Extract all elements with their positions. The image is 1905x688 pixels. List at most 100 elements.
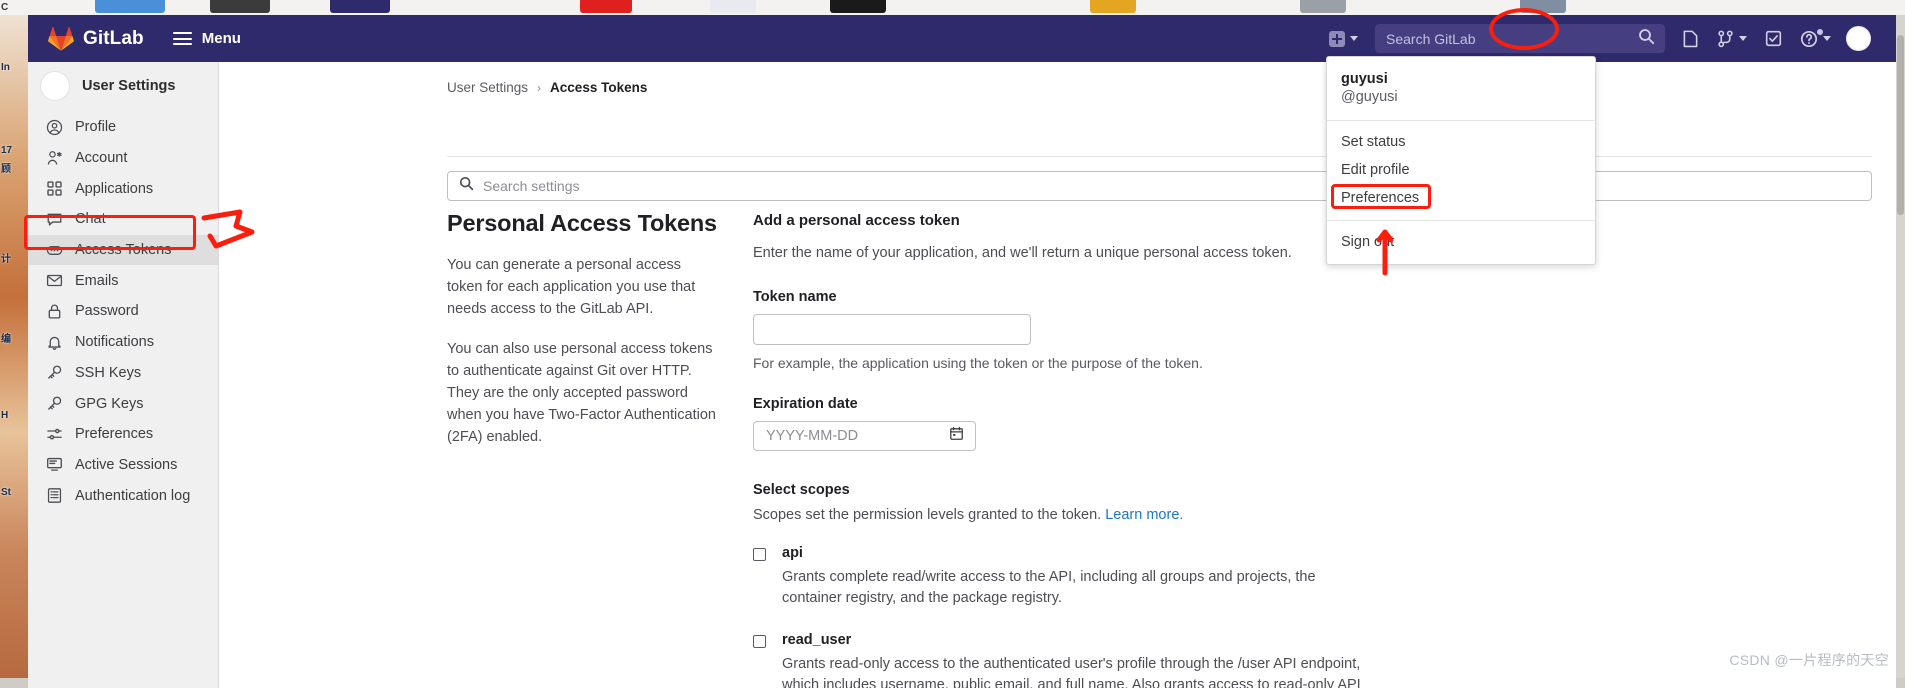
- sidebar-item-label: Preferences: [75, 426, 154, 443]
- token-icon: [45, 241, 63, 259]
- add-token-form: Add a personal access token Enter the na…: [753, 210, 1853, 688]
- chevron-down-icon: [1350, 36, 1358, 41]
- log-list-icon: [45, 487, 63, 505]
- form-title: Add a personal access token: [753, 212, 960, 229]
- sidebar-item-authentication-log[interactable]: Authentication log: [28, 480, 218, 511]
- main-menu-button[interactable]: Menu: [172, 30, 241, 47]
- gitlab-tanuki-icon: [48, 26, 74, 51]
- sidebar-item-label: SSH Keys: [75, 364, 142, 381]
- gitlab-home-link[interactable]: GitLab: [48, 26, 144, 51]
- monitor-icon: [45, 456, 63, 474]
- browser-tab-9[interactable]: [1520, 0, 1566, 13]
- scope-checkbox-read-user[interactable]: [753, 634, 766, 648]
- token-name-label: Token name: [753, 289, 837, 305]
- sidebar-item-label: Account: [75, 150, 128, 167]
- scope-name-api[interactable]: api: [782, 545, 1362, 561]
- issues-icon: [1682, 30, 1699, 48]
- sidebar-item-account[interactable]: Account: [28, 143, 218, 174]
- page-paragraph-1: You can generate a personal access token…: [447, 257, 696, 318]
- breadcrumb: User Settings › Access Tokens: [219, 62, 1896, 95]
- desktop-text-1: 17: [1, 145, 13, 156]
- token-name-input[interactable]: [753, 314, 1031, 345]
- select-scopes-description: Scopes set the permission levels granted…: [753, 507, 1853, 523]
- sidebar-item-label: GPG Keys: [75, 395, 144, 412]
- sidebar-item-password[interactable]: Password: [28, 296, 218, 327]
- sidebar-header: User Settings: [28, 62, 218, 110]
- todo-check-icon: [1765, 30, 1782, 47]
- search-input[interactable]: Search GitLab: [1375, 24, 1665, 53]
- scope-description-read-user: Grants read-only access to the authentic…: [782, 655, 1361, 688]
- sidebar-item-applications[interactable]: Applications: [28, 173, 218, 204]
- dropdown-group-secondary: Sign out: [1327, 221, 1595, 264]
- sidebar-item-access-tokens[interactable]: Access Tokens: [28, 234, 218, 266]
- desktop-text-6: St: [1, 487, 11, 498]
- lock-icon: [45, 302, 63, 320]
- settings-sidebar: User Settings Profile Account Applicatio…: [28, 62, 219, 688]
- browser-tab-6[interactable]: [830, 0, 886, 13]
- dropdown-item-edit-profile[interactable]: Edit profile: [1327, 156, 1595, 184]
- expiration-date-label: Expiration date: [753, 396, 858, 412]
- sidebar-item-label: Active Sessions: [75, 456, 178, 473]
- browser-tab-1[interactable]: [95, 0, 165, 13]
- dropdown-item-set-status[interactable]: Set status: [1327, 128, 1595, 156]
- top-navbar: GitLab Menu Search GitLab: [28, 15, 1896, 62]
- browser-tab-5[interactable]: [710, 0, 756, 13]
- user-dropdown-menu: guyusi @guyusi Set status Edit profile P…: [1326, 56, 1596, 265]
- dropdown-profile-header[interactable]: guyusi @guyusi: [1327, 57, 1595, 121]
- sidebar-item-label: Emails: [75, 272, 119, 289]
- main-content: User Settings › Access Tokens Search set…: [219, 62, 1896, 688]
- sidebar-item-emails[interactable]: Emails: [28, 265, 218, 296]
- applications-grid-icon: [45, 180, 63, 198]
- sidebar-item-preferences[interactable]: Preferences: [28, 419, 218, 450]
- question-circle-icon: [1800, 30, 1818, 48]
- desktop-tab-text-1: In: [1, 62, 10, 73]
- sidebar-item-label: Notifications: [75, 334, 154, 351]
- browser-tab-7[interactable]: [1090, 0, 1136, 13]
- bell-icon: [45, 333, 63, 351]
- select-scopes-title: Select scopes: [753, 482, 850, 498]
- breadcrumb-divider: [447, 156, 1872, 157]
- scope-name-read-user[interactable]: read_user: [782, 632, 1362, 648]
- help-button[interactable]: [1791, 15, 1840, 62]
- browser-tab-2[interactable]: [210, 0, 270, 13]
- browser-tab-3[interactable]: [330, 0, 390, 13]
- page-paragraph-2: You can also use personal access tokens …: [447, 341, 716, 446]
- gitlab-brand-label: GitLab: [83, 27, 144, 49]
- sidebar-item-ssh-keys[interactable]: SSH Keys: [28, 358, 218, 389]
- browser-tab-4[interactable]: [580, 0, 632, 13]
- browser-tab-8[interactable]: [1300, 0, 1346, 13]
- calendar-icon[interactable]: [949, 426, 964, 446]
- sidebar-item-label: Access Tokens: [75, 242, 172, 259]
- merge-request-icon: [1717, 30, 1734, 48]
- sidebar-item-active-sessions[interactable]: Active Sessions: [28, 450, 218, 481]
- page-title: Personal Access Tokens: [447, 210, 717, 236]
- screenshot-root: 17 顾 计 编 H St In C GitLab Menu Search Gi…: [0, 0, 1905, 688]
- browser-scrollbar-thumb[interactable]: [1897, 35, 1904, 215]
- scope-body: read_user Grants read-only access to the…: [782, 632, 1362, 688]
- create-new-button[interactable]: [1320, 15, 1367, 62]
- desktop-text-3: 计: [1, 254, 11, 265]
- expiration-date-input[interactable]: YYYY-MM-DD: [753, 421, 976, 451]
- sidebar-item-gpg-keys[interactable]: GPG Keys: [28, 388, 218, 419]
- search-settings-input[interactable]: Search settings: [447, 171, 1872, 201]
- sidebar-item-profile[interactable]: Profile: [28, 112, 218, 143]
- browser-scrollbar-track[interactable]: [1896, 15, 1905, 688]
- desktop-text-4: 编: [1, 334, 11, 345]
- dropdown-item-sign-out[interactable]: Sign out: [1327, 228, 1595, 256]
- scope-checkbox-api[interactable]: [753, 548, 766, 561]
- search-settings-placeholder: Search settings: [483, 178, 580, 194]
- breadcrumb-parent[interactable]: User Settings: [447, 80, 528, 95]
- sidebar-item-chat[interactable]: Chat: [28, 204, 218, 235]
- search-icon: [459, 176, 474, 196]
- sidebar-item-notifications[interactable]: Notifications: [28, 327, 218, 358]
- scopes-learn-more-link[interactable]: Learn more.: [1105, 507, 1183, 523]
- issues-button[interactable]: [1673, 15, 1708, 62]
- user-menu-button[interactable]: [1840, 15, 1896, 62]
- sidebar-item-label: Applications: [75, 180, 154, 197]
- form-description: Enter the name of your application, and …: [753, 245, 1292, 261]
- search-icon: [1638, 28, 1655, 50]
- key-icon: [45, 395, 63, 413]
- dropdown-item-preferences[interactable]: Preferences: [1327, 184, 1595, 212]
- merge-requests-button[interactable]: [1708, 15, 1756, 62]
- todos-button[interactable]: [1756, 15, 1791, 62]
